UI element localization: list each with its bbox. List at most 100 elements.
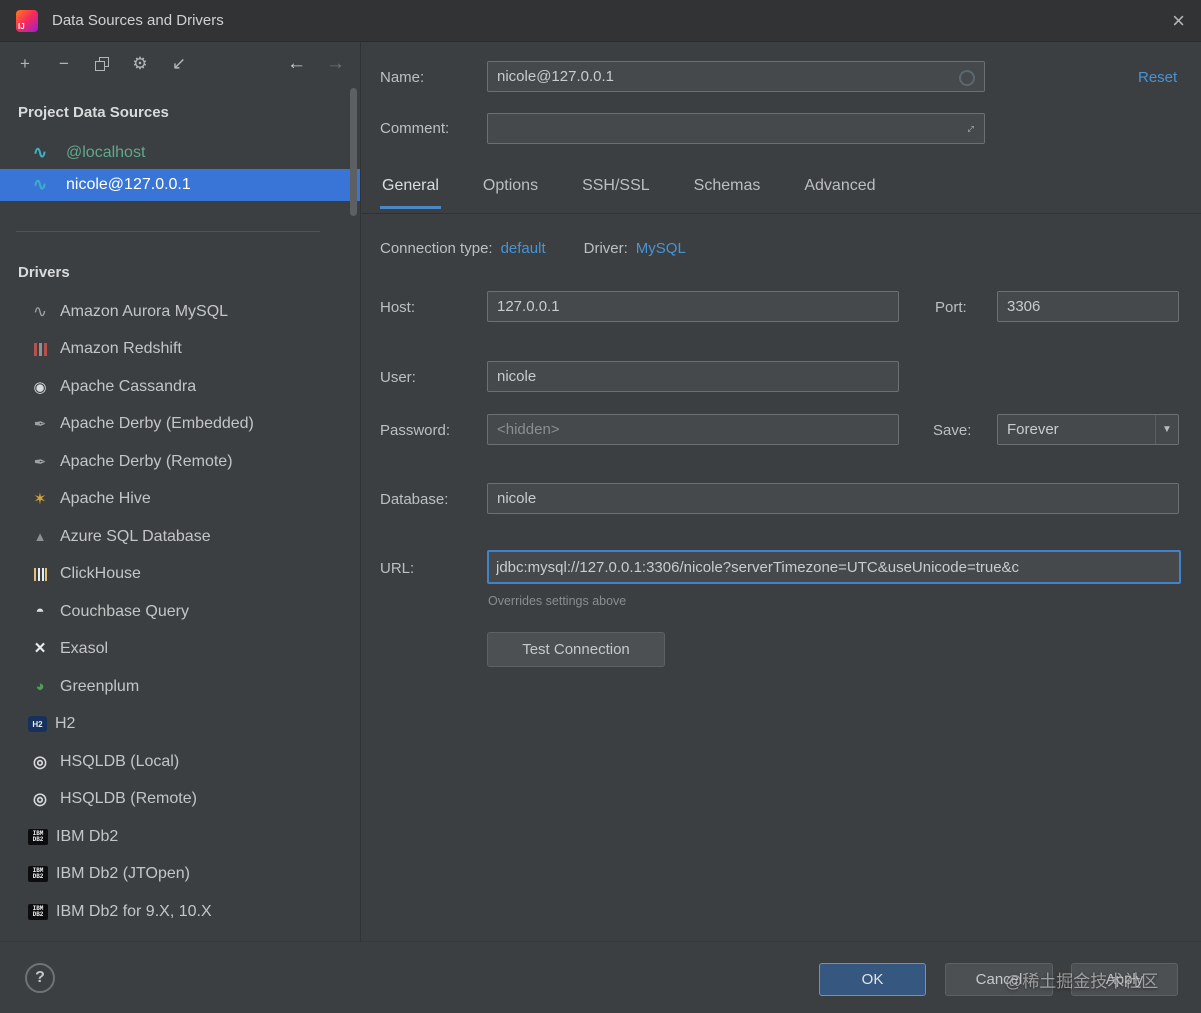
name-sync-icon[interactable] [959,70,975,86]
driver-label: IBM Db2 for 9.X, 10.X [56,902,212,920]
title-bar: Data Sources and Drivers × [0,0,1201,42]
driver-item[interactable]: Apache Derby (Embedded) [0,406,360,444]
user-input[interactable] [487,361,899,392]
driver-label: Driver: [583,240,628,257]
intellij-logo-icon [16,9,38,32]
driver-label: Amazon Aurora MySQL [60,302,229,320]
azure-icon [28,527,52,547]
tab-divider [362,213,1201,214]
driver-label: Apache Derby (Remote) [60,452,233,470]
driver-list: Amazon Aurora MySQL Amazon Redshift Apache… [0,293,360,931]
watermark: @稀土掘金技术社区 [1005,972,1159,991]
driver-item[interactable]: ClickHouse [0,556,360,594]
driver-label: HSQLDB (Local) [60,752,180,770]
user-label: User: [380,369,416,386]
port-label: Port: [935,299,967,316]
ok-button[interactable]: OK [819,963,926,996]
project-data-sources-header: Project Data Sources [18,104,169,121]
driver-label: ClickHouse [60,565,141,583]
connection-type-row: Connection type: default Driver: MySQL [380,240,686,257]
driver-item[interactable]: Apache Derby (Remote) [0,443,360,481]
db2-icon [28,828,48,845]
sidebar-scrollbar[interactable] [350,88,357,216]
name-input[interactable] [487,61,985,92]
wrench-icon[interactable]: ⚙ [131,55,149,73]
test-connection-button[interactable]: Test Connection [487,632,665,667]
driver-item[interactable]: Apache Cassandra [0,368,360,406]
data-source-label: nicole@127.0.0.1 [66,176,191,193]
driver-label: Apache Hive [60,490,151,508]
driver-label: Exasol [60,640,109,658]
comment-input[interactable] [487,113,985,144]
driver-item[interactable]: IBM Db2 [0,818,360,856]
driver-item[interactable]: IBM Db2 for 9.X, 10.X [0,893,360,931]
driver-item[interactable]: HSQLDB (Remote) [0,781,360,819]
comment-label: Comment: [380,120,450,137]
derby-icon [28,414,52,434]
chevron-down-icon: ▼ [1155,415,1178,444]
hive-icon [28,489,52,509]
tab-advanced[interactable]: Advanced [802,177,877,209]
password-label: Password: [380,422,451,439]
url-hint: Overrides settings above [488,594,627,608]
db2-icon [28,903,48,920]
url-input[interactable] [487,550,1181,584]
add-icon[interactable]: + [16,55,34,73]
close-icon[interactable]: × [1172,9,1185,32]
tab-schemas[interactable]: Schemas [692,177,763,209]
name-field-wrap [487,61,985,92]
driver-item[interactable]: Amazon Aurora MySQL [0,293,360,331]
hsqldb-icon [28,789,52,809]
name-label: Name: [380,69,425,86]
drivers-header: Drivers [18,264,70,281]
driver-item[interactable]: HSQLDB (Local) [0,743,360,781]
tab-ssh-ssl[interactable]: SSH/SSL [580,177,652,209]
import-icon[interactable]: ↙ [170,55,188,73]
mysql-icon [28,175,52,195]
data-source-item[interactable]: @localhost [0,137,360,169]
host-label: Host: [380,299,416,316]
connection-form: Name: Reset Comment: ↔ General Options SSH… [362,42,1201,941]
driver-item[interactable]: Exasol [0,631,360,669]
driver-item[interactable]: Apache Hive [0,481,360,519]
driver-item[interactable]: Azure SQL Database [0,518,360,556]
driver-item[interactable]: Greenplum [0,668,360,706]
data-source-list: @localhost nicole@127.0.0.1 [0,137,360,201]
driver-item[interactable]: IBM Db2 (JTOpen) [0,856,360,894]
port-input[interactable] [997,291,1179,322]
tab-bar: General Options SSH/SSL Schemas Advanced [380,177,878,209]
driver-label: Azure SQL Database [60,527,211,545]
save-label: Save: [933,422,972,439]
data-sources-dialog: { "window": {"title": "Data Sources and … [0,0,1201,1013]
tab-options[interactable]: Options [481,177,540,209]
greenplum-icon [28,677,52,697]
database-input[interactable] [487,483,1179,514]
exasol-icon [28,639,52,659]
driver-value[interactable]: MySQL [636,240,686,257]
driver-label: Apache Cassandra [60,377,197,395]
driver-item[interactable]: H2 [0,706,360,744]
driver-label: IBM Db2 [56,827,119,845]
host-input[interactable] [487,291,899,322]
remove-icon[interactable]: − [55,55,73,73]
duplicate-icon[interactable] [94,56,110,72]
database-label: Database: [380,491,449,508]
reset-link[interactable]: Reset [1138,69,1177,86]
url-label: URL: [380,560,415,577]
data-source-item[interactable]: nicole@127.0.0.1 [0,169,360,201]
clickhouse-icon [28,564,52,584]
driver-label: IBM Db2 (JTOpen) [56,865,190,883]
comment-field-wrap: ↔ [487,113,985,144]
password-input[interactable] [487,414,899,445]
redshift-icon [28,339,52,359]
connection-type-value[interactable]: default [501,240,546,257]
back-arrow-icon[interactable]: ← [287,54,306,73]
driver-item[interactable]: Amazon Redshift [0,331,360,369]
save-dropdown[interactable]: Forever ▼ [997,414,1179,445]
tab-general[interactable]: General [380,177,441,209]
help-button[interactable]: ? [25,963,55,993]
forward-arrow-icon[interactable]: → [326,54,345,73]
driver-item[interactable]: Couchbase Query [0,593,360,631]
couchbase-icon [28,602,52,622]
save-dropdown-value: Forever [1007,421,1059,438]
